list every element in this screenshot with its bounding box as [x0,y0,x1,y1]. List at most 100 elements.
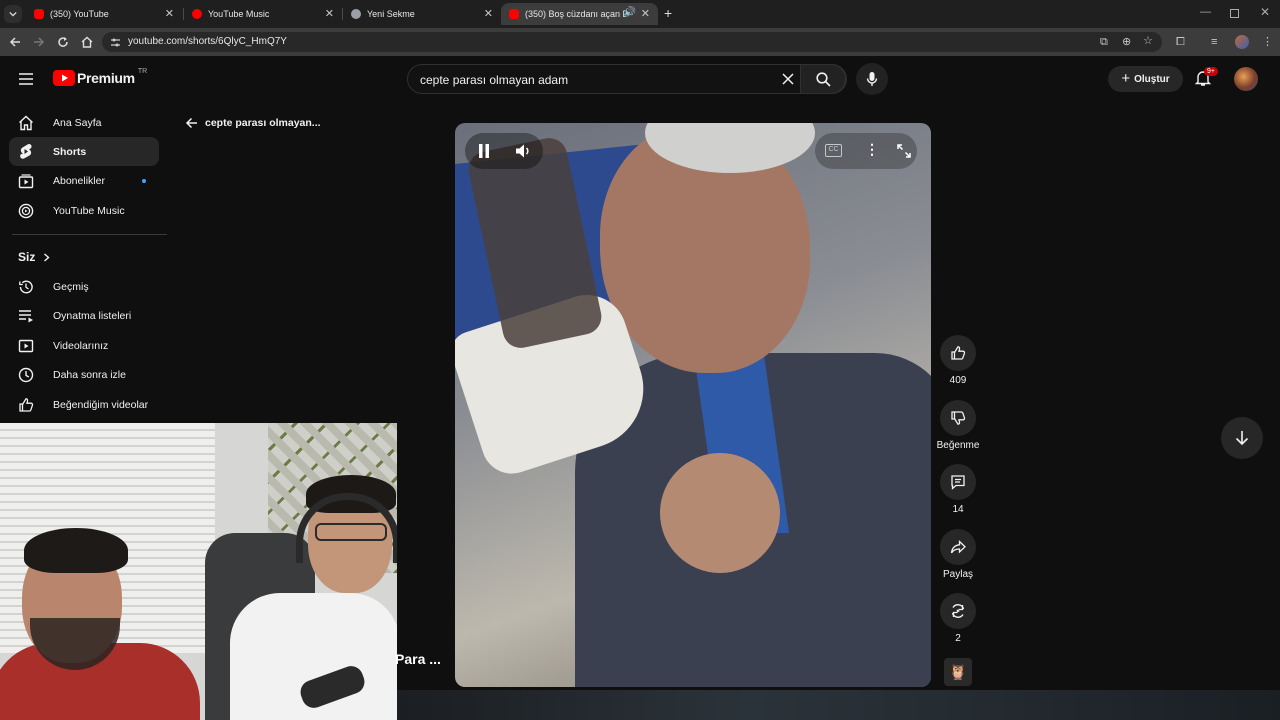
hamburger-menu-icon[interactable] [19,73,33,85]
sidebar-item-liked-videos[interactable]: Beğendiğim videolar [9,390,159,419]
bookmark-star-icon[interactable]: ☆ [1143,34,1153,48]
reading-list-icon[interactable]: ≡ [1211,35,1217,49]
sidebar-item-label: Oynatma listeleri [53,309,132,322]
sidebar-item-history[interactable]: Geçmiş [9,272,159,301]
sidebar-item-youtube-music[interactable]: YouTube Music [9,196,159,225]
dislike-button[interactable] [940,400,976,436]
browser-tab-youtube-music[interactable]: YouTube Music ✕ [184,3,342,25]
browser-tab-new-tab[interactable]: Yeni Sekme ✕ [343,3,501,25]
sidebar-item-label: Videolarınız [53,339,109,352]
remix-button[interactable] [940,593,976,629]
profile-avatar[interactable] [1235,35,1249,49]
youtube-logo-icon [53,70,75,86]
comment-count: 14 [952,504,964,515]
create-button[interactable]: + Oluştur [1108,66,1183,92]
chrome-favicon-icon [351,9,361,19]
close-tab-icon[interactable]: ✕ [325,7,334,20]
microphone-icon [866,72,878,86]
home-icon[interactable] [81,36,93,48]
notification-count-badge: 9+ [1204,67,1218,76]
search-input[interactable]: cepte parası olmayan adam [420,73,568,87]
close-tab-icon[interactable]: ✕ [484,7,493,20]
sidebar-item-label: Beğendiğim videolar [53,398,149,411]
back-arrow-icon [185,117,197,129]
cast-icon[interactable]: ⧉ [1100,35,1108,49]
sidebar-item-shorts[interactable]: Shorts [9,137,159,166]
browser-tab-active-short[interactable]: (350) Boş cüzdanı açan Day 🔊 ✕ [501,3,658,25]
restore-window-icon[interactable] [1230,9,1239,18]
sidebar-item-watch-later[interactable]: Daha sonra izle [9,360,159,389]
short-overlay-title[interactable]: Para ... [395,651,441,667]
player-controls-bar [465,133,543,169]
dislike-label: Beğenme [936,440,980,451]
address-bar[interactable]: youtube.com/shorts/6QlyC_HmQ7Y ⧉ ⊕ ☆ [102,32,1162,52]
youtube-music-icon [18,203,34,218]
share-button[interactable] [940,529,976,565]
browser-tab-youtube[interactable]: (350) YouTube ✕ [26,3,182,25]
voice-search-button[interactable] [856,63,888,95]
tab-title: YouTube Music [208,9,270,19]
shorts-back-link[interactable]: cepte parası olmayan... [185,117,321,129]
chevron-right-icon [44,252,50,262]
glasses [315,523,387,541]
sidebar-item-your-videos[interactable]: Videolarınız [9,331,159,360]
captions-icon[interactable]: CC [825,144,842,157]
close-tab-icon[interactable]: ✕ [641,7,650,20]
site-info-icon[interactable] [110,37,121,48]
shorts-video-player[interactable]: CC ⋮ [455,123,931,687]
volume-icon[interactable] [515,143,531,159]
tab-list-dropdown-button[interactable] [4,5,22,23]
zoom-icon[interactable]: ⊕ [1122,35,1131,49]
close-tab-icon[interactable]: ✕ [165,7,174,20]
minimize-window-icon[interactable]: — [1200,6,1211,18]
account-avatar[interactable] [1234,67,1258,91]
sidebar-item-home[interactable]: Ana Sayfa [9,108,159,137]
youtube-header: Premium TR cepte parası olmayan adam + O… [0,58,1280,102]
more-options-icon[interactable]: ⋮ [865,141,879,158]
youtube-premium-logo[interactable]: Premium TR [53,67,148,86]
speaker-icon[interactable]: 🔊 [624,7,636,18]
your-videos-icon [18,339,34,352]
thumbs-up-icon [19,397,34,412]
next-short-button[interactable] [1221,417,1263,459]
search-box[interactable]: cepte parası olmayan adam [407,64,847,94]
fullscreen-icon[interactable] [897,144,911,158]
notifications-button[interactable]: 9+ [1194,67,1218,90]
extensions-icon[interactable]: ⧠ [1176,35,1185,49]
comments-button[interactable] [940,464,976,500]
sidebar-item-subscriptions[interactable]: Abonelikler [9,166,159,195]
reload-icon[interactable] [57,36,69,48]
subscriptions-icon [18,173,34,188]
sidebar-item-label: YouTube Music [53,204,125,217]
sidebar-item-playlists[interactable]: Oynatma listeleri [9,301,159,330]
logo-region: TR [137,67,148,75]
history-icon [19,280,33,293]
back-arrow-icon[interactable] [9,36,21,48]
url-text: youtube.com/shorts/6QlyC_HmQ7Y [128,36,287,47]
youtube-favicon-icon [34,9,44,19]
like-button[interactable] [940,335,976,371]
arrow-down-icon [1235,431,1249,446]
person-left-hair [24,528,128,573]
tab-title: Yeni Sekme [367,9,415,19]
sidebar-item-label: Daha sonra izle [53,368,126,381]
browser-menu-icon[interactable]: ⋮ [1262,35,1273,49]
sidebar-item-label: Abonelikler [53,174,105,187]
thumbs-down-icon [951,411,966,425]
like-count: 409 [949,375,967,386]
pause-icon[interactable] [478,144,490,158]
logo-text: Premium [77,70,135,86]
search-button[interactable] [800,64,846,94]
youtube-favicon-icon [509,9,519,19]
forward-arrow-icon[interactable] [33,36,45,48]
clear-search-icon[interactable] [782,73,794,85]
new-tab-button[interactable]: + [664,5,672,21]
youtube-music-favicon-icon [192,9,202,19]
you-section-heading[interactable]: Siz [18,250,50,264]
sidebar-item-label: Ana Sayfa [53,116,102,129]
comment-icon [951,475,965,490]
sidebar-divider [12,234,167,235]
close-window-icon[interactable]: ✕ [1260,5,1270,19]
channel-avatar[interactable]: 🦉 [944,658,972,686]
home-icon [19,115,33,130]
